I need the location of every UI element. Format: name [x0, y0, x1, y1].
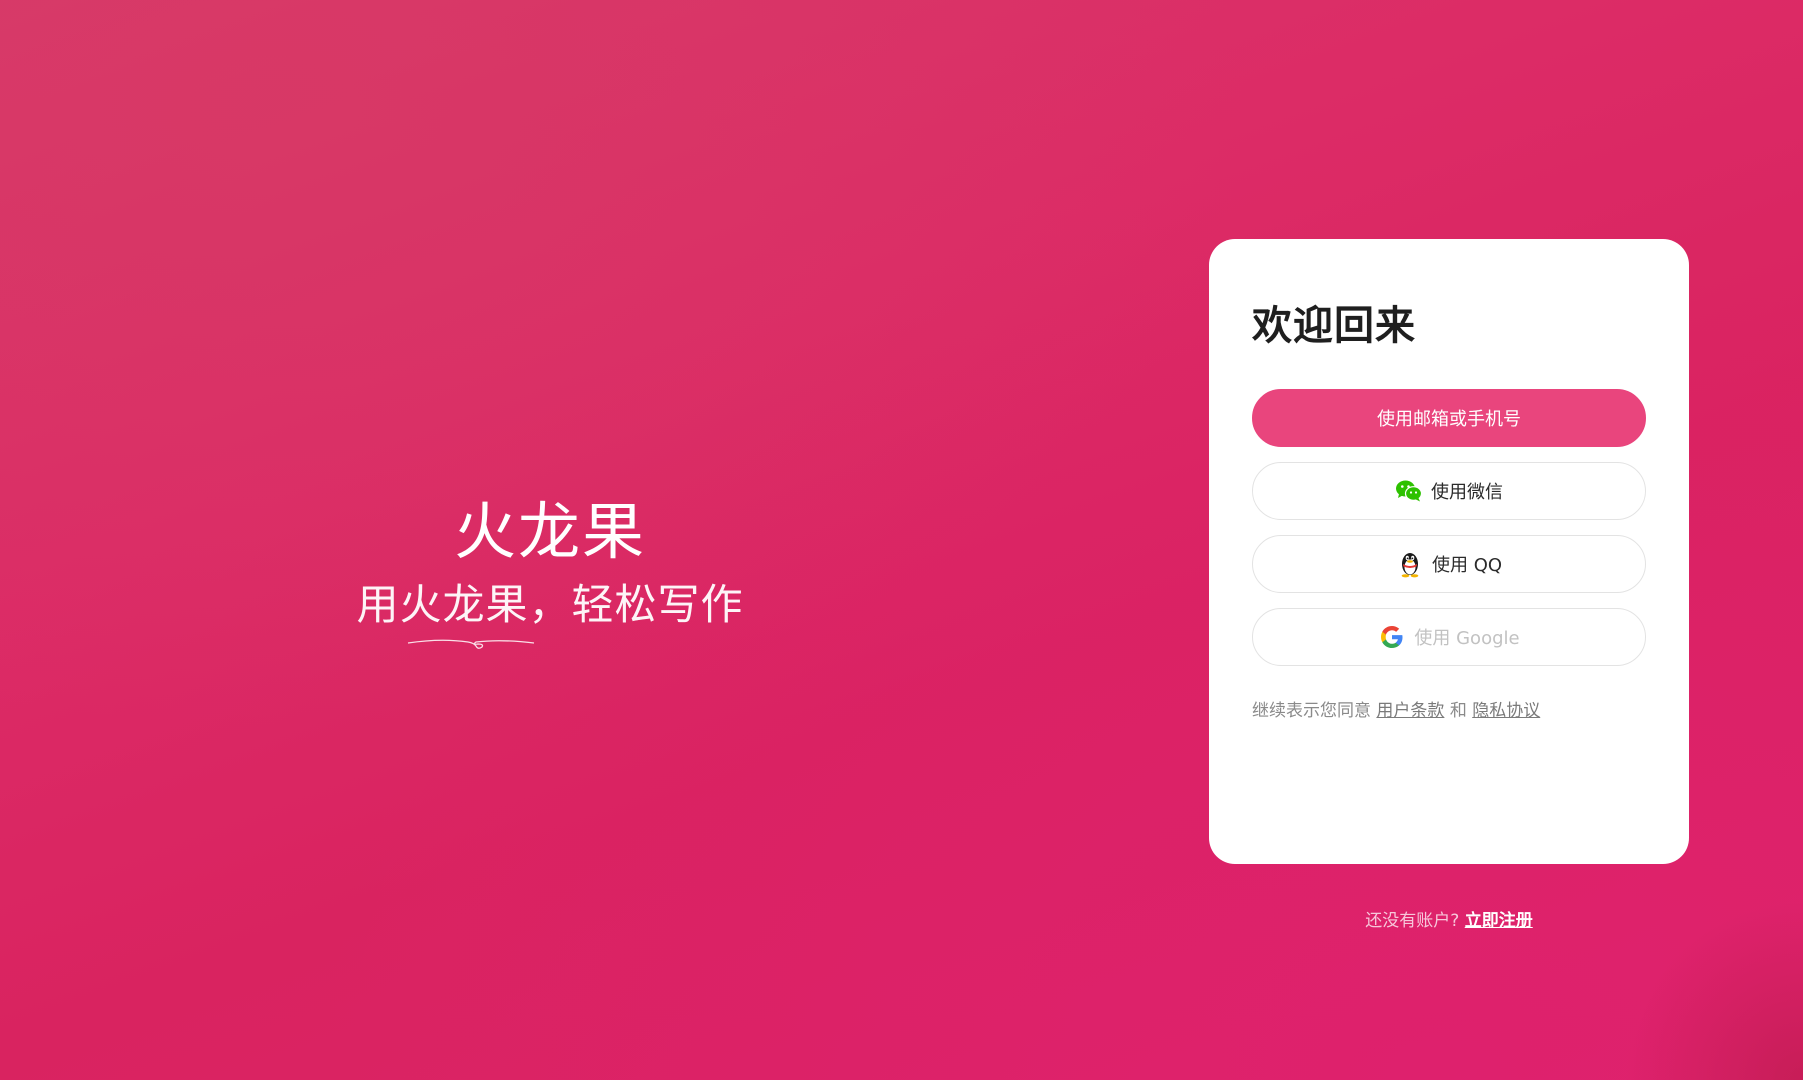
qq-penguin-icon	[1396, 550, 1424, 578]
qq-login-button[interactable]: 使用 QQ	[1252, 535, 1646, 593]
card-title: 欢迎回来	[1252, 303, 1416, 349]
user-terms-link[interactable]: 用户条款	[1376, 701, 1444, 721]
qq-login-label: 使用 QQ	[1431, 555, 1503, 576]
wechat-login-label: 使用微信	[1431, 482, 1503, 503]
google-login-label: 使用 Google	[1414, 628, 1520, 649]
email-phone-login-label: 使用邮箱或手机号	[1377, 409, 1521, 430]
wechat-login-button[interactable]: 使用微信	[1252, 462, 1646, 520]
slogan-underline-decoration	[407, 639, 535, 649]
terms-and: 和	[1449, 701, 1467, 721]
signup-link[interactable]: 立即注册	[1465, 911, 1533, 931]
terms-notice: 继续表示您同意 用户条款 和 隐私协议	[1252, 696, 1646, 721]
login-page: 火龙果 用火龙果，轻松写作 欢迎回来 使用邮箱或手机号 使用微信 使用 QQ 使…	[0, 0, 1803, 1080]
privacy-policy-link[interactable]: 隐私协议	[1472, 701, 1540, 721]
terms-prefix: 继续表示您同意	[1252, 701, 1371, 721]
signup-prompt: 还没有账户? 立即注册	[1209, 906, 1689, 931]
login-card: 欢迎回来 使用邮箱或手机号 使用微信 使用 QQ 使用 Google 继续表示您…	[1209, 239, 1689, 864]
brand-slogan: 用火龙果，轻松写作	[356, 580, 744, 629]
email-phone-login-button[interactable]: 使用邮箱或手机号	[1252, 389, 1646, 447]
google-g-icon	[1378, 623, 1406, 651]
hero-branding: 火龙果 用火龙果，轻松写作	[300, 495, 800, 649]
signup-question: 还没有账户?	[1365, 911, 1460, 931]
brand-title: 火龙果	[453, 495, 646, 568]
google-login-button[interactable]: 使用 Google	[1252, 608, 1646, 666]
wechat-icon	[1395, 477, 1423, 505]
login-options: 使用邮箱或手机号 使用微信 使用 QQ 使用 Google	[1252, 389, 1646, 666]
